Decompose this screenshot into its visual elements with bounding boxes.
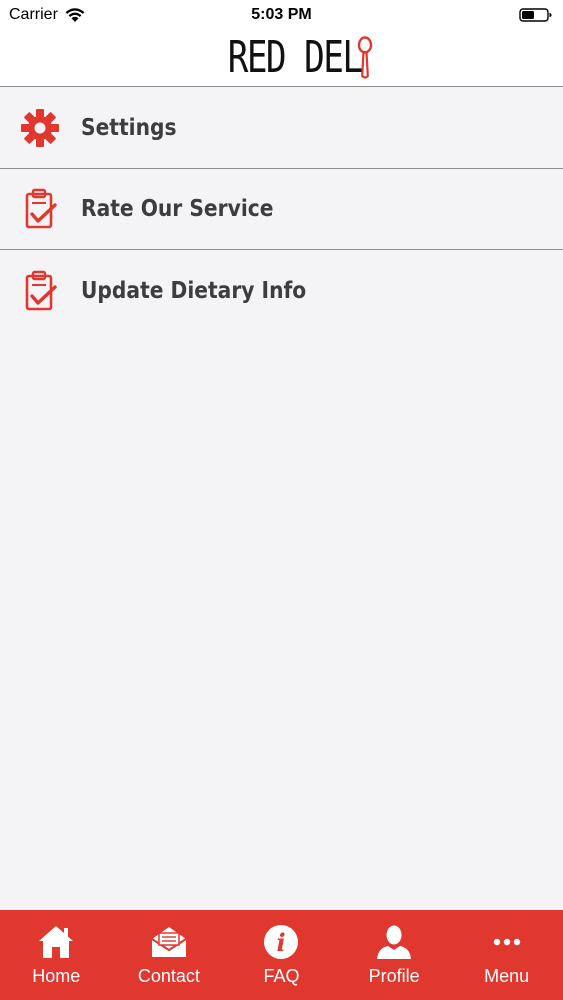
info-icon: i [261,922,301,962]
tab-menu[interactable]: Menu [450,910,563,1000]
tab-label: Profile [368,966,420,986]
tab-label: Menu [484,966,530,986]
tab-faq[interactable]: i FAQ [225,910,338,1000]
more-menu-list: Settings Rate Our Service Update Dietary… [0,88,563,331]
red-deli-logo: RED DEL [190,36,373,80]
menu-item-rate-our-service[interactable]: Rate Our Service [0,169,563,250]
menu-item-label: Rate Our Service [81,196,274,222]
tab-label: Home [32,966,81,986]
menu-item-label: Update Dietary Info [81,277,307,304]
menu-item-update-dietary-info[interactable]: Update Dietary Info [0,250,563,331]
envelope-icon [149,922,189,962]
tab-profile[interactable]: Profile [338,910,451,1000]
app-header: RED DEL [0,30,563,87]
tab-label: FAQ [263,966,300,986]
home-icon [36,922,76,962]
gear-icon [20,108,60,148]
menu-item-label: Settings [81,115,177,141]
tab-home[interactable]: Home [0,910,113,1000]
clipboard-check-icon [20,270,60,311]
tab-contact[interactable]: Contact [113,910,226,1000]
status-bar: Carrier 5:03 PM [0,0,563,30]
logo-text: RED DEL [227,32,362,83]
more-dots-icon [487,922,527,962]
tab-label: Contact [137,966,200,986]
wifi-icon [65,8,85,22]
person-icon [374,922,414,962]
svg-text:i: i [277,928,286,957]
clipboard-check-icon [20,188,60,229]
bottom-tab-bar: Home Contact i FAQ Profile Menu [0,910,563,1000]
status-left: Carrier [9,6,86,24]
carrier-label: Carrier [9,6,58,23]
battery-icon [519,8,552,22]
menu-item-settings[interactable]: Settings [0,88,563,169]
